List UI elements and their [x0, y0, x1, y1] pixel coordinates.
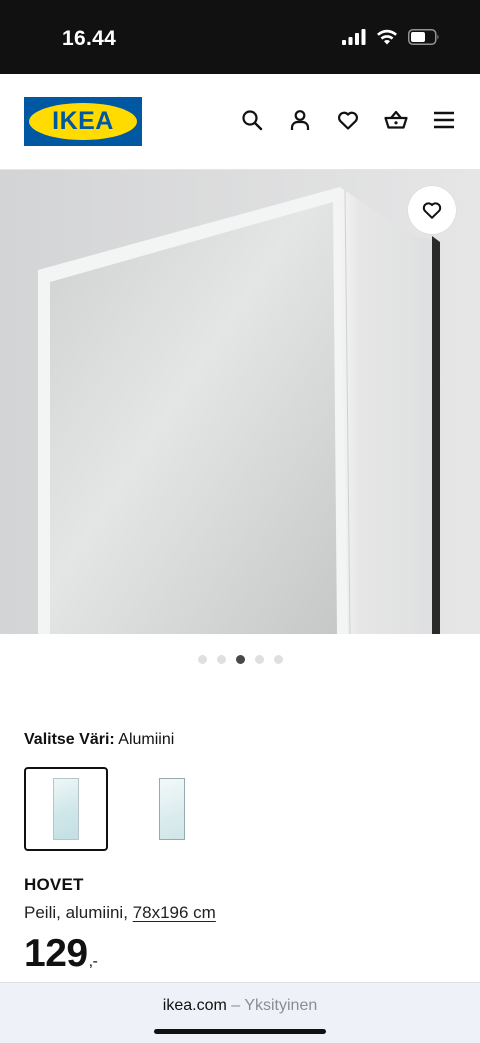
swatch-alternative[interactable]	[130, 767, 214, 851]
swatch-aluminium[interactable]	[24, 767, 108, 851]
carousel-dot[interactable]	[254, 655, 264, 664]
carousel-dot[interactable]	[216, 655, 226, 664]
color-value: Alumiini	[118, 731, 175, 748]
logo-text: IKEA	[52, 107, 114, 135]
browser-url[interactable]: ikea.com – Yksityinen	[0, 997, 480, 1015]
ikea-logo[interactable]: IKEA	[24, 97, 142, 146]
swatch-thumbnail	[159, 778, 185, 840]
site-header: IKEA	[0, 74, 480, 170]
wifi-icon	[377, 29, 397, 45]
home-indicator[interactable]	[154, 1029, 326, 1034]
signal-icon	[342, 29, 366, 45]
price-suffix: ,-	[88, 953, 98, 970]
product-price: 129,-	[24, 932, 98, 975]
battery-icon	[408, 29, 439, 45]
basket-icon[interactable]	[384, 108, 408, 132]
product-name: HOVET	[24, 875, 84, 894]
save-favourite-button[interactable]	[408, 186, 456, 234]
swatch-thumbnail	[53, 778, 79, 840]
carousel-indicator	[0, 655, 480, 664]
carousel-dot[interactable]	[273, 655, 283, 664]
heart-icon	[422, 202, 442, 219]
status-time: 16.44	[62, 27, 117, 50]
private-mode-label: Yksityinen	[244, 997, 318, 1014]
color-select-label: Valitse Väri: Alumiini	[24, 731, 174, 749]
product-type: Peili, alumiini,	[24, 903, 128, 922]
color-swatches	[24, 767, 214, 851]
url-separator: –	[231, 997, 241, 1014]
color-label-text: Valitse Väri:	[24, 731, 115, 748]
browser-address-bar[interactable]: ikea.com – Yksityinen	[0, 982, 480, 1043]
status-icons	[342, 29, 440, 45]
search-icon[interactable]	[240, 108, 264, 132]
url-domain: ikea.com	[162, 997, 227, 1014]
status-bar: 16.44	[0, 0, 480, 74]
product-dimensions-link[interactable]: 78x196 cm	[133, 903, 216, 922]
carousel-dot-active[interactable]	[235, 655, 245, 664]
carousel-dot[interactable]	[197, 655, 207, 664]
product-image	[0, 170, 480, 634]
heart-icon[interactable]	[336, 108, 360, 132]
product-description: Peili, alumiini, 78x196 cm	[24, 903, 216, 923]
header-actions	[240, 108, 456, 132]
product-image-gallery[interactable]	[0, 170, 480, 634]
logo-oval: IKEA	[29, 103, 137, 140]
user-icon[interactable]	[288, 108, 312, 132]
menu-icon[interactable]	[432, 108, 456, 132]
price-value: 129	[24, 932, 88, 975]
